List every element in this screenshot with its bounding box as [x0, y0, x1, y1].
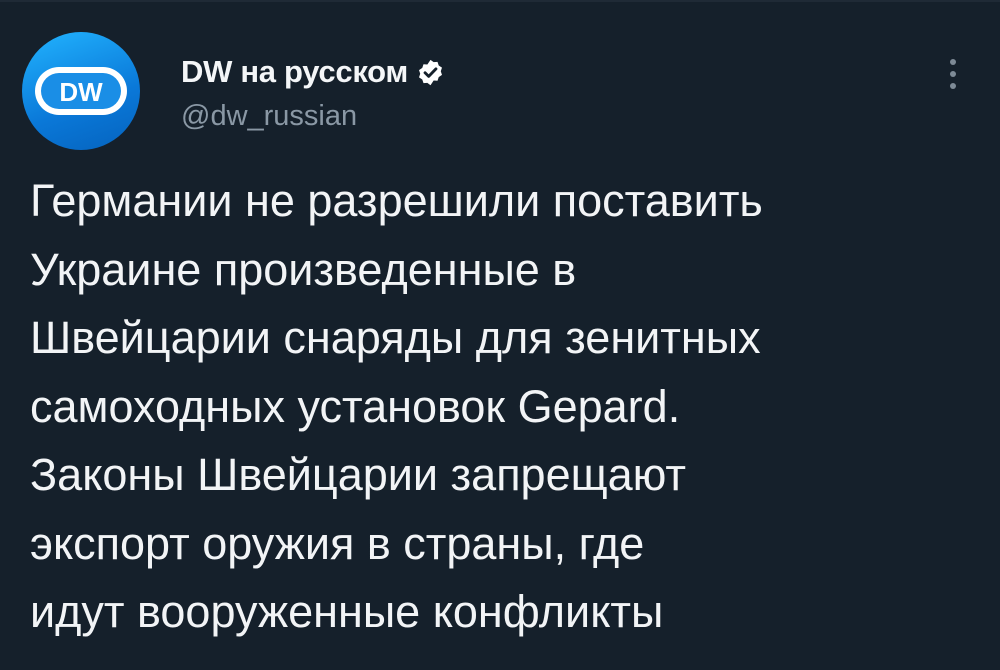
tweet-text-line: идут вооруженные конфликты: [30, 586, 664, 637]
dw-logo-icon: DW: [35, 67, 127, 115]
account-handle[interactable]: @dw_russian: [181, 100, 357, 133]
divider: [0, 0, 1000, 2]
tweet-text-line: Германии не разрешили поставить: [30, 175, 763, 226]
tweet-text-line: Законы Швейцарии запрещают: [30, 449, 687, 500]
more-options-icon[interactable]: [935, 52, 971, 96]
verified-badge-icon: [416, 58, 445, 87]
author-row: DW на русском: [181, 52, 445, 92]
tweet-text-line: Швейцарии снаряды для зенитных: [30, 312, 761, 363]
tweet-text-line: экспорт оружия в страны, где: [30, 517, 645, 569]
display-name[interactable]: DW на русском: [181, 54, 408, 90]
more-dot: [950, 71, 956, 77]
tweet-text-line: Украине произведенные в: [30, 243, 577, 295]
tweet-text-line: самоходных установок Gepard.: [30, 380, 681, 432]
tweet-text: Германии не разрешили поставить Украине …: [30, 167, 980, 647]
avatar-logo-text: DW: [59, 77, 103, 107]
more-dot: [950, 59, 956, 65]
avatar[interactable]: DW: [22, 32, 140, 150]
more-dot: [950, 83, 956, 89]
tweet-card: DW DW на русском @dw_russian Германии не…: [0, 0, 1000, 670]
